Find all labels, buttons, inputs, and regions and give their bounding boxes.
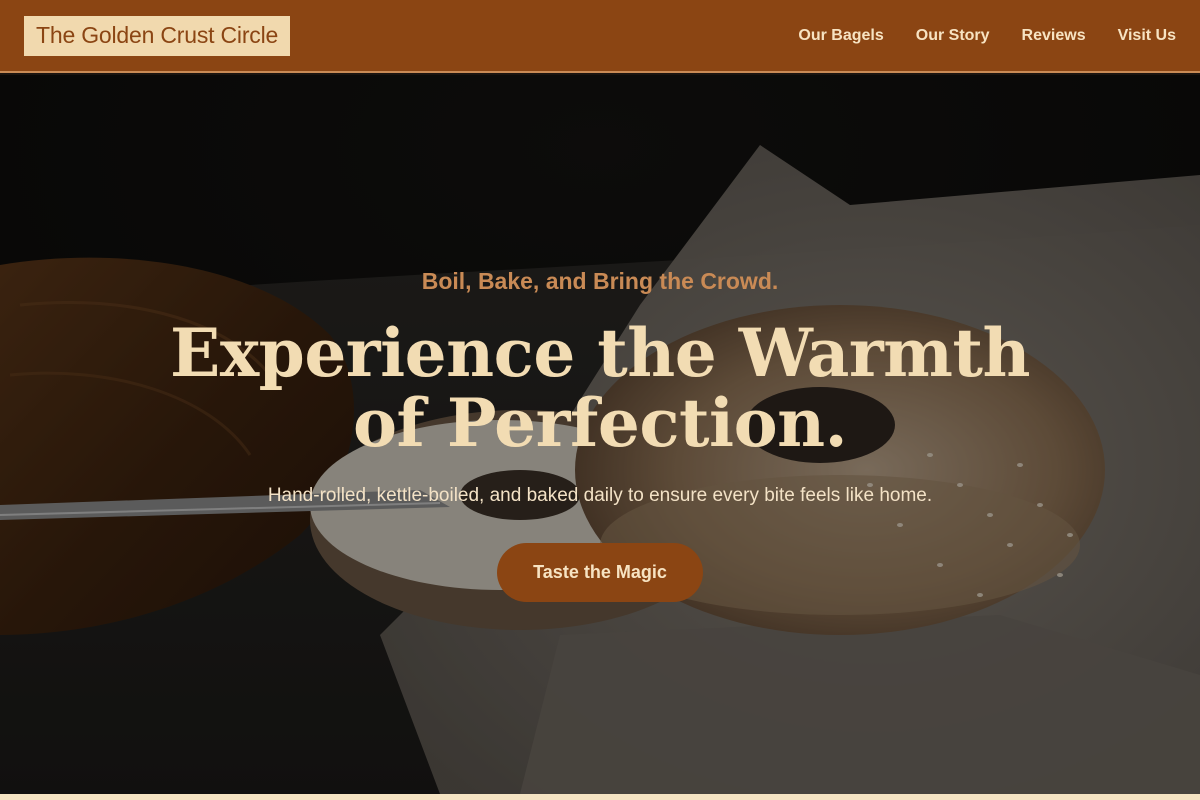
next-section-edge [0,794,1200,800]
nav-link-our-bagels[interactable]: Our Bagels [798,27,883,45]
hero-tagline: Boil, Bake, and Bring the Crowd. [421,268,779,294]
hero-subtext: Hand-rolled, kettle-boiled, and baked da… [267,485,933,506]
taste-the-magic-button[interactable]: Taste the Magic [497,543,703,602]
hero-headline-line-1: Experience the Warmth [170,314,1030,392]
hero-headline: Experience the Warmth of Perfection. [0,318,1200,458]
hero-section: Boil, Bake, and Bring the Crowd. Experie… [0,75,1200,794]
hero-headline-line-2: of Perfection. [352,384,848,462]
nav-link-reviews[interactable]: Reviews [1022,27,1086,45]
hero-content: Boil, Bake, and Bring the Crowd. Experie… [0,75,1200,794]
nav-link-our-story[interactable]: Our Story [916,27,990,45]
site-logo[interactable]: The Golden Crust Circle [24,15,291,56]
nav-link-visit-us[interactable]: Visit Us [1118,27,1176,45]
main-nav: Our Bagels Our Story Reviews Visit Us [766,27,1176,45]
top-navbar: The Golden Crust Circle Our Bagels Our S… [0,0,1200,73]
